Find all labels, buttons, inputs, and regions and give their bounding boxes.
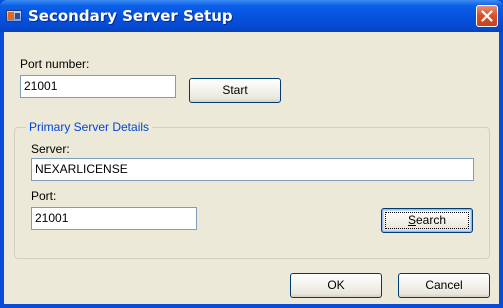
ok-button[interactable]: OK: [290, 273, 382, 298]
search-button-focus-ring: [385, 212, 469, 229]
close-icon: [481, 10, 493, 22]
cancel-button-label: Cancel: [425, 278, 463, 292]
primary-server-group-title: Primary Server Details: [26, 120, 153, 134]
port-number-input[interactable]: 21001: [20, 75, 176, 98]
title-bar[interactable]: Secondary Server Setup: [0, 0, 503, 32]
cancel-button[interactable]: Cancel: [398, 273, 490, 298]
start-button-label: Start: [222, 83, 248, 97]
dialog-window: Secondary Server Setup Port number: 2100…: [0, 0, 503, 308]
dialog-body: Port number: 21001 Start Primary Server …: [4, 32, 499, 304]
server-input[interactable]: NEXARLICENSE: [31, 158, 474, 181]
close-button[interactable]: [476, 5, 498, 27]
app-icon[interactable]: [6, 10, 22, 22]
server-label: Server:: [31, 142, 70, 156]
app-icon-mark-secondary: [15, 13, 20, 19]
ok-button-label: OK: [327, 278, 345, 292]
port-input[interactable]: 21001: [31, 207, 197, 230]
window-title: Secondary Server Setup: [28, 7, 233, 25]
search-button[interactable]: Search: [381, 208, 473, 233]
port-label: Port:: [31, 189, 57, 203]
start-button[interactable]: Start: [189, 78, 281, 103]
port-number-label: Port number:: [20, 57, 90, 71]
app-icon-mark: [8, 12, 14, 20]
primary-server-group: [14, 127, 490, 259]
